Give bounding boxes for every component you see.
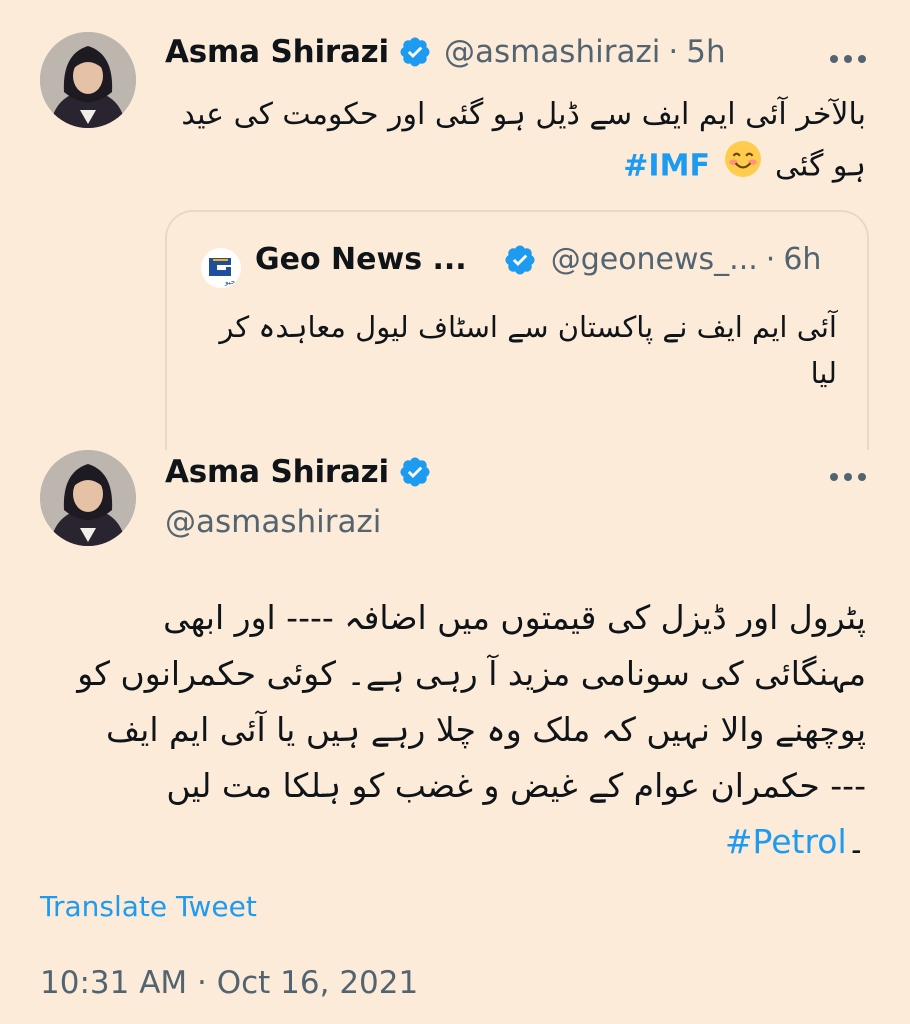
- tweet-text-line: ۔#Petrol: [36, 814, 866, 870]
- tweet-thread-screenshot: Asma Shirazi @asmashirazi · 5h بالآخر آئ…: [0, 0, 910, 1024]
- avatar-portrait-icon: [40, 450, 136, 546]
- tweet-text-line: بالآخر آئی ایم ایف سے ڈیل ہو گئی اور حکو…: [181, 97, 866, 132]
- author-name[interactable]: Asma Shirazi: [165, 34, 389, 70]
- tweet-text-line: مہنگائی کی سونامی مزید آ رہی ہے۔ کوئی حک…: [77, 654, 866, 693]
- svg-text:جیو: جیو: [224, 278, 235, 286]
- quoted-tweet-time[interactable]: 6h: [783, 242, 821, 277]
- tweet-text: بالآخر آئی ایم ایف سے ڈیل ہو گئی اور حکو…: [146, 90, 866, 194]
- hashtag-link[interactable]: #Petrol: [725, 822, 847, 861]
- tweet-text-line: پٹرول اور ڈیزل کی قیمتوں میں اضافہ ---- …: [163, 598, 866, 637]
- tweet-timestamp[interactable]: 10:31 AM · Oct 16, 2021: [40, 965, 418, 1001]
- verified-badge-icon: [503, 243, 537, 277]
- avatar[interactable]: [40, 32, 136, 128]
- author-handle[interactable]: @asmashirazi: [444, 34, 660, 70]
- verified-badge-icon: [398, 35, 432, 69]
- tweet-header: Asma Shirazi: [165, 454, 432, 490]
- tweet-text-segment: ہو گئی: [775, 148, 866, 184]
- tweet-text-line: ہو گئی #IMF: [146, 140, 866, 194]
- translate-tweet-link[interactable]: Translate Tweet: [40, 890, 257, 923]
- tweet-text-line: پوچھنے والا نہیں کہ ملک وہ چلا رہے ہیں ی…: [105, 710, 866, 749]
- smiling-face-emoji-icon: [724, 140, 762, 194]
- tweet-handle-row: @asmashirazi: [165, 504, 381, 540]
- quoted-tweet-header: Geo News ... @geonews_... · 6h: [255, 242, 821, 277]
- quoted-author-handle[interactable]: @geonews_...: [551, 242, 758, 277]
- tweet-text-segment: ۔: [846, 822, 866, 861]
- geo-news-logo-icon: جیو: [201, 248, 241, 288]
- tweet-time[interactable]: 5h: [686, 34, 725, 70]
- separator-dot: ·: [765, 242, 776, 277]
- quoted-tweet-text: آئی ایم ایف نے پاکستان سے اسٹاف لیول معا…: [197, 304, 837, 396]
- tweet-text-line: لیا: [810, 356, 837, 390]
- separator-dot: ·: [668, 34, 679, 70]
- author-handle[interactable]: @asmashirazi: [165, 504, 381, 540]
- more-options-icon[interactable]: [830, 54, 866, 64]
- tweet-text: پٹرول اور ڈیزل کی قیمتوں میں اضافہ ---- …: [36, 590, 866, 870]
- author-name[interactable]: Asma Shirazi: [165, 454, 389, 490]
- verified-badge-icon: [398, 455, 432, 489]
- quoted-author-name[interactable]: Geo News ...: [255, 242, 467, 277]
- avatar-portrait-icon: [40, 32, 136, 128]
- tweet-header: Asma Shirazi @asmashirazi · 5h: [165, 34, 726, 70]
- more-options-icon[interactable]: [830, 472, 866, 482]
- tweet-text-line: --- حکمران عوام کے غیض و غضب کو ہلکا مت …: [166, 766, 866, 805]
- avatar[interactable]: [40, 450, 136, 546]
- hashtag-link[interactable]: #IMF: [623, 149, 710, 184]
- tweet-text-line: آئی ایم ایف نے پاکستان سے اسٹاف لیول معا…: [219, 310, 837, 344]
- quoted-tweet-card[interactable]: جیو Geo News ... @geonews_... · 6h آئی ا…: [165, 210, 869, 450]
